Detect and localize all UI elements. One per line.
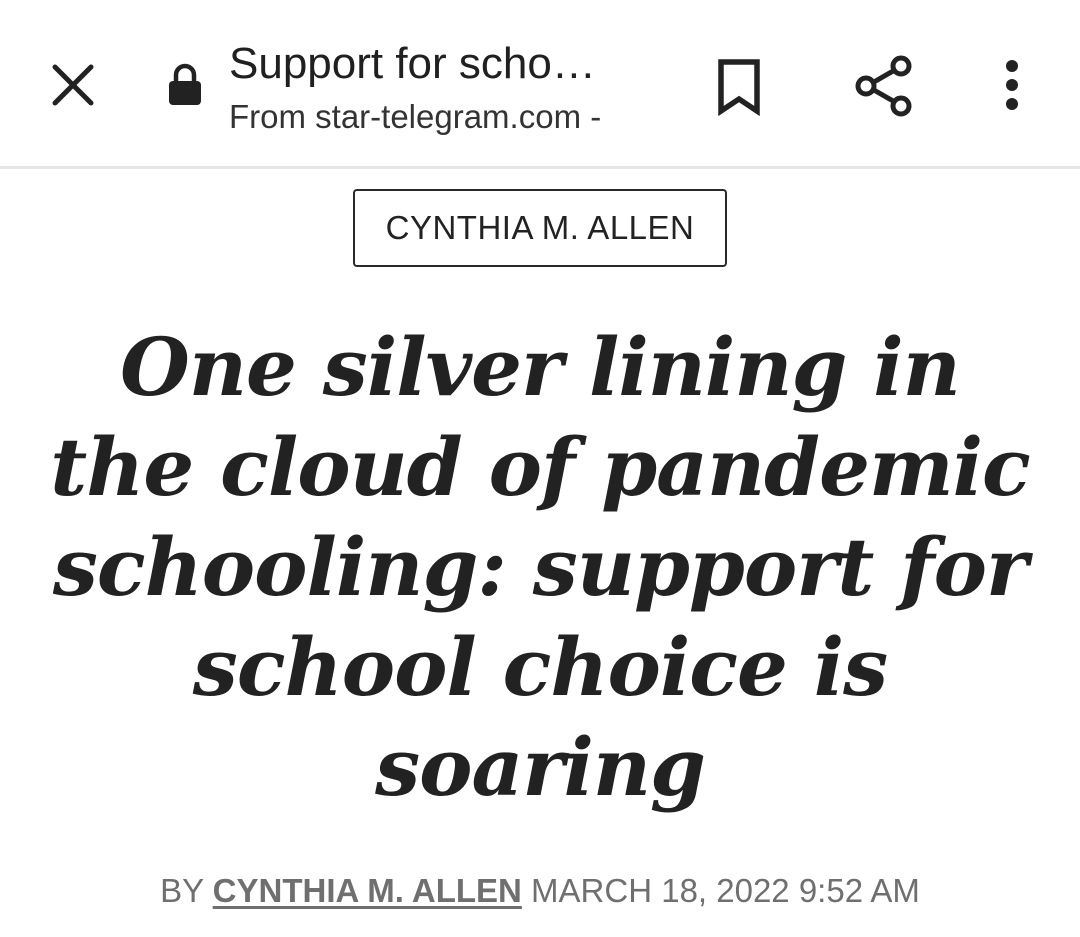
- page-title-area[interactable]: Support for scho… From star-telegram.com…: [229, 36, 669, 138]
- byline-author-link[interactable]: CYNTHIA M. ALLEN: [213, 872, 522, 909]
- page-title: Support for scho…: [229, 39, 596, 88]
- article-headline: One silver lining in the cloud of pandem…: [50, 320, 1030, 814]
- page-source-url: From star-telegram.com -: [229, 98, 602, 135]
- lock-icon: [169, 63, 201, 105]
- byline: BY CYNTHIA M. ALLEN MARCH 18, 2022 9:52 …: [0, 869, 1080, 913]
- close-button[interactable]: [38, 50, 108, 120]
- share-icon: [855, 55, 912, 117]
- share-button[interactable]: [846, 46, 922, 126]
- bookmark-button[interactable]: [703, 48, 775, 126]
- bookmark-icon: [718, 59, 760, 116]
- close-icon: [52, 64, 94, 106]
- more-options-button[interactable]: [984, 50, 1040, 120]
- author-tag[interactable]: CYNTHIA M. ALLEN: [353, 189, 727, 267]
- more-vertical-icon: [1006, 60, 1018, 110]
- byline-prefix: BY: [160, 872, 204, 909]
- custom-tab-toolbar: Support for scho… From star-telegram.com…: [0, 0, 1080, 169]
- byline-datetime: MARCH 18, 2022 9:52 AM: [531, 872, 920, 909]
